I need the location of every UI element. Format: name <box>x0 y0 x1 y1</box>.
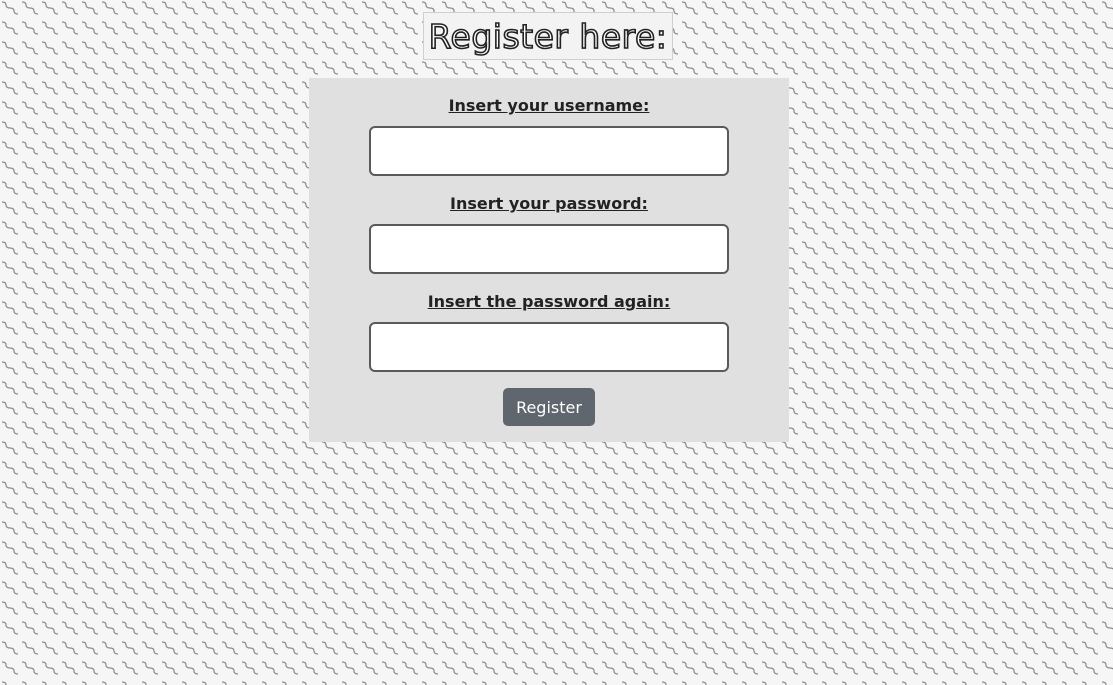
username-input[interactable] <box>369 126 729 176</box>
password-again-input[interactable] <box>369 322 729 372</box>
password-input[interactable] <box>369 224 729 274</box>
page-title: Register here: <box>428 16 668 56</box>
page-title-box: Register here: <box>423 12 673 60</box>
password-label: Insert your password: <box>450 194 648 213</box>
registration-form: Insert your username: Insert your passwo… <box>309 78 789 442</box>
register-button[interactable]: Register <box>503 388 595 426</box>
username-label: Insert your username: <box>448 96 650 115</box>
password-again-label: Insert the password again: <box>427 292 671 311</box>
